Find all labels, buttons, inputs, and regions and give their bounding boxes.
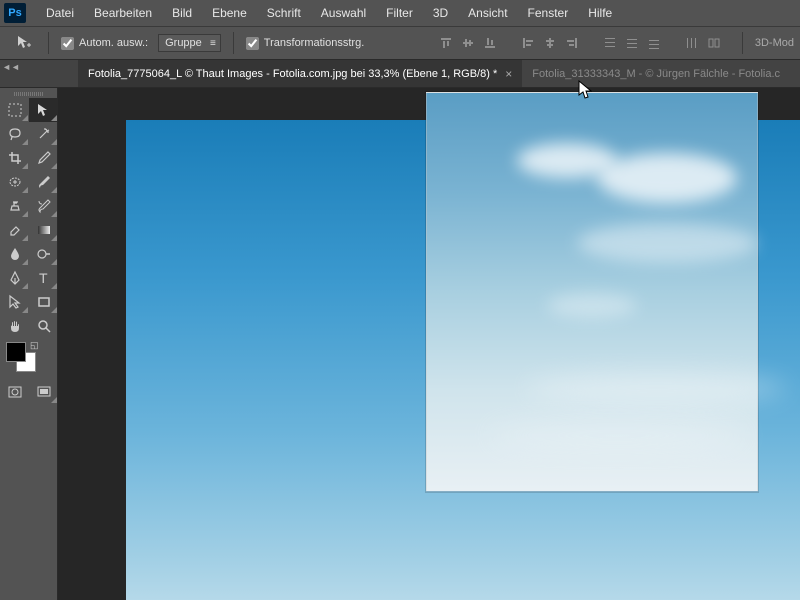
- cloud-graphic: [597, 153, 737, 203]
- align-vcenter-icon[interactable]: [458, 33, 478, 53]
- align-right-icon[interactable]: [562, 33, 582, 53]
- separator: [48, 32, 49, 54]
- dodge-tool-icon[interactable]: [29, 242, 58, 266]
- pen-tool-icon[interactable]: [0, 266, 29, 290]
- distribute-vcenter-icon[interactable]: [622, 33, 642, 53]
- cloud-graphic: [517, 143, 617, 178]
- auto-select-label: Autom. ausw.:: [79, 37, 148, 49]
- transform-controls-label: Transformationsstrg.: [264, 37, 364, 49]
- move-tool-icon[interactable]: [14, 32, 36, 54]
- screenmode-tool-icon[interactable]: [29, 380, 58, 404]
- blur-tool-icon[interactable]: [0, 242, 29, 266]
- document-tab-active[interactable]: Fotolia_7775064_L © Thaut Images - Fotol…: [78, 60, 522, 87]
- transform-controls-input[interactable]: [246, 37, 259, 50]
- marquee-tool-icon[interactable]: [0, 98, 29, 122]
- menu-schrift[interactable]: Schrift: [257, 6, 311, 20]
- align-bottom-icon[interactable]: [480, 33, 500, 53]
- foreground-color-swatch[interactable]: [6, 342, 26, 362]
- toolbox-grip[interactable]: [0, 90, 57, 98]
- close-icon[interactable]: ×: [505, 67, 512, 81]
- distribute-top-icon[interactable]: [600, 33, 620, 53]
- align-group-2: [518, 33, 582, 53]
- magic-wand-tool-icon[interactable]: [29, 122, 58, 146]
- distribute-left-icon[interactable]: [682, 33, 702, 53]
- canvas-layer-overlay[interactable]: [426, 92, 758, 492]
- menu-ansicht[interactable]: Ansicht: [458, 6, 517, 20]
- cloud-graphic: [577, 223, 757, 263]
- clone-stamp-tool-icon[interactable]: [0, 194, 29, 218]
- gradient-tool-icon[interactable]: [29, 218, 58, 242]
- menu-datei[interactable]: Datei: [36, 6, 84, 20]
- patch-tool-icon[interactable]: [0, 170, 29, 194]
- menu-hilfe[interactable]: Hilfe: [578, 6, 622, 20]
- cloud-graphic: [527, 373, 787, 403]
- cloud-graphic: [487, 423, 747, 448]
- default-colors-icon[interactable]: ◱: [30, 340, 39, 351]
- separator: [742, 32, 743, 54]
- rectangle-tool-icon[interactable]: [29, 290, 58, 314]
- menu-fenster[interactable]: Fenster: [518, 6, 579, 20]
- document-tab-label: Fotolia_31333343_M - © Jürgen Fälchle - …: [532, 68, 780, 80]
- menu-bild[interactable]: Bild: [162, 6, 202, 20]
- path-select-tool-icon[interactable]: [0, 290, 29, 314]
- document-tabstrip: ◄◄ Fotolia_7775064_L © Thaut Images - Fo…: [0, 60, 800, 88]
- type-tool-icon[interactable]: T: [29, 266, 58, 290]
- color-swatches: ◱: [0, 338, 57, 380]
- hand-tool-icon[interactable]: [0, 314, 29, 338]
- align-group-1: [436, 33, 500, 53]
- crop-tool-icon[interactable]: [0, 146, 29, 170]
- options-bar: Autom. ausw.: Gruppe Transformationsstrg…: [0, 26, 800, 60]
- menu-filter[interactable]: Filter: [376, 6, 423, 20]
- distribute-group-2: [682, 33, 724, 53]
- lasso-tool-icon[interactable]: [0, 122, 29, 146]
- menubar: Ps Datei Bearbeiten Bild Ebene Schrift A…: [0, 0, 800, 26]
- quickmask-tool-icon[interactable]: [0, 380, 29, 404]
- separator: [233, 32, 234, 54]
- auto-select-dropdown[interactable]: Gruppe: [158, 34, 221, 52]
- canvas-area[interactable]: [58, 88, 800, 600]
- auto-select-checkbox[interactable]: Autom. ausw.:: [61, 37, 148, 50]
- eraser-tool-icon[interactable]: [0, 218, 29, 242]
- menu-ebene[interactable]: Ebene: [202, 6, 257, 20]
- align-left-icon[interactable]: [518, 33, 538, 53]
- toolbox: T ◱: [0, 88, 58, 600]
- auto-select-input[interactable]: [61, 37, 74, 50]
- align-hcenter-icon[interactable]: [540, 33, 560, 53]
- auto-align-icon[interactable]: [704, 33, 724, 53]
- document-tab-label: Fotolia_7775064_L © Thaut Images - Fotol…: [88, 68, 497, 80]
- eyedropper-tool-icon[interactable]: [29, 146, 58, 170]
- history-brush-tool-icon[interactable]: [29, 194, 58, 218]
- svg-text:T: T: [39, 270, 48, 286]
- app-logo: Ps: [4, 3, 26, 23]
- brush-tool-icon[interactable]: [29, 170, 58, 194]
- zoom-tool-icon[interactable]: [29, 314, 58, 338]
- distribute-group-1: [600, 33, 664, 53]
- menu-auswahl[interactable]: Auswahl: [311, 6, 376, 20]
- transform-controls-checkbox[interactable]: Transformationsstrg.: [246, 37, 364, 50]
- align-top-icon[interactable]: [436, 33, 456, 53]
- menu-3d[interactable]: 3D: [423, 6, 458, 20]
- workspace: T ◱: [0, 88, 800, 600]
- move-tool-icon[interactable]: [29, 98, 58, 122]
- auto-select-value: Gruppe: [165, 37, 202, 49]
- cloud-graphic: [547, 293, 637, 318]
- menu-bearbeiten[interactable]: Bearbeiten: [84, 6, 162, 20]
- mode-label: 3D-Mod: [755, 37, 800, 49]
- document-tab-inactive[interactable]: Fotolia_31333343_M - © Jürgen Fälchle - …: [522, 60, 790, 87]
- collapse-handle-icon[interactable]: ◄◄: [4, 60, 18, 87]
- distribute-bottom-icon[interactable]: [644, 33, 664, 53]
